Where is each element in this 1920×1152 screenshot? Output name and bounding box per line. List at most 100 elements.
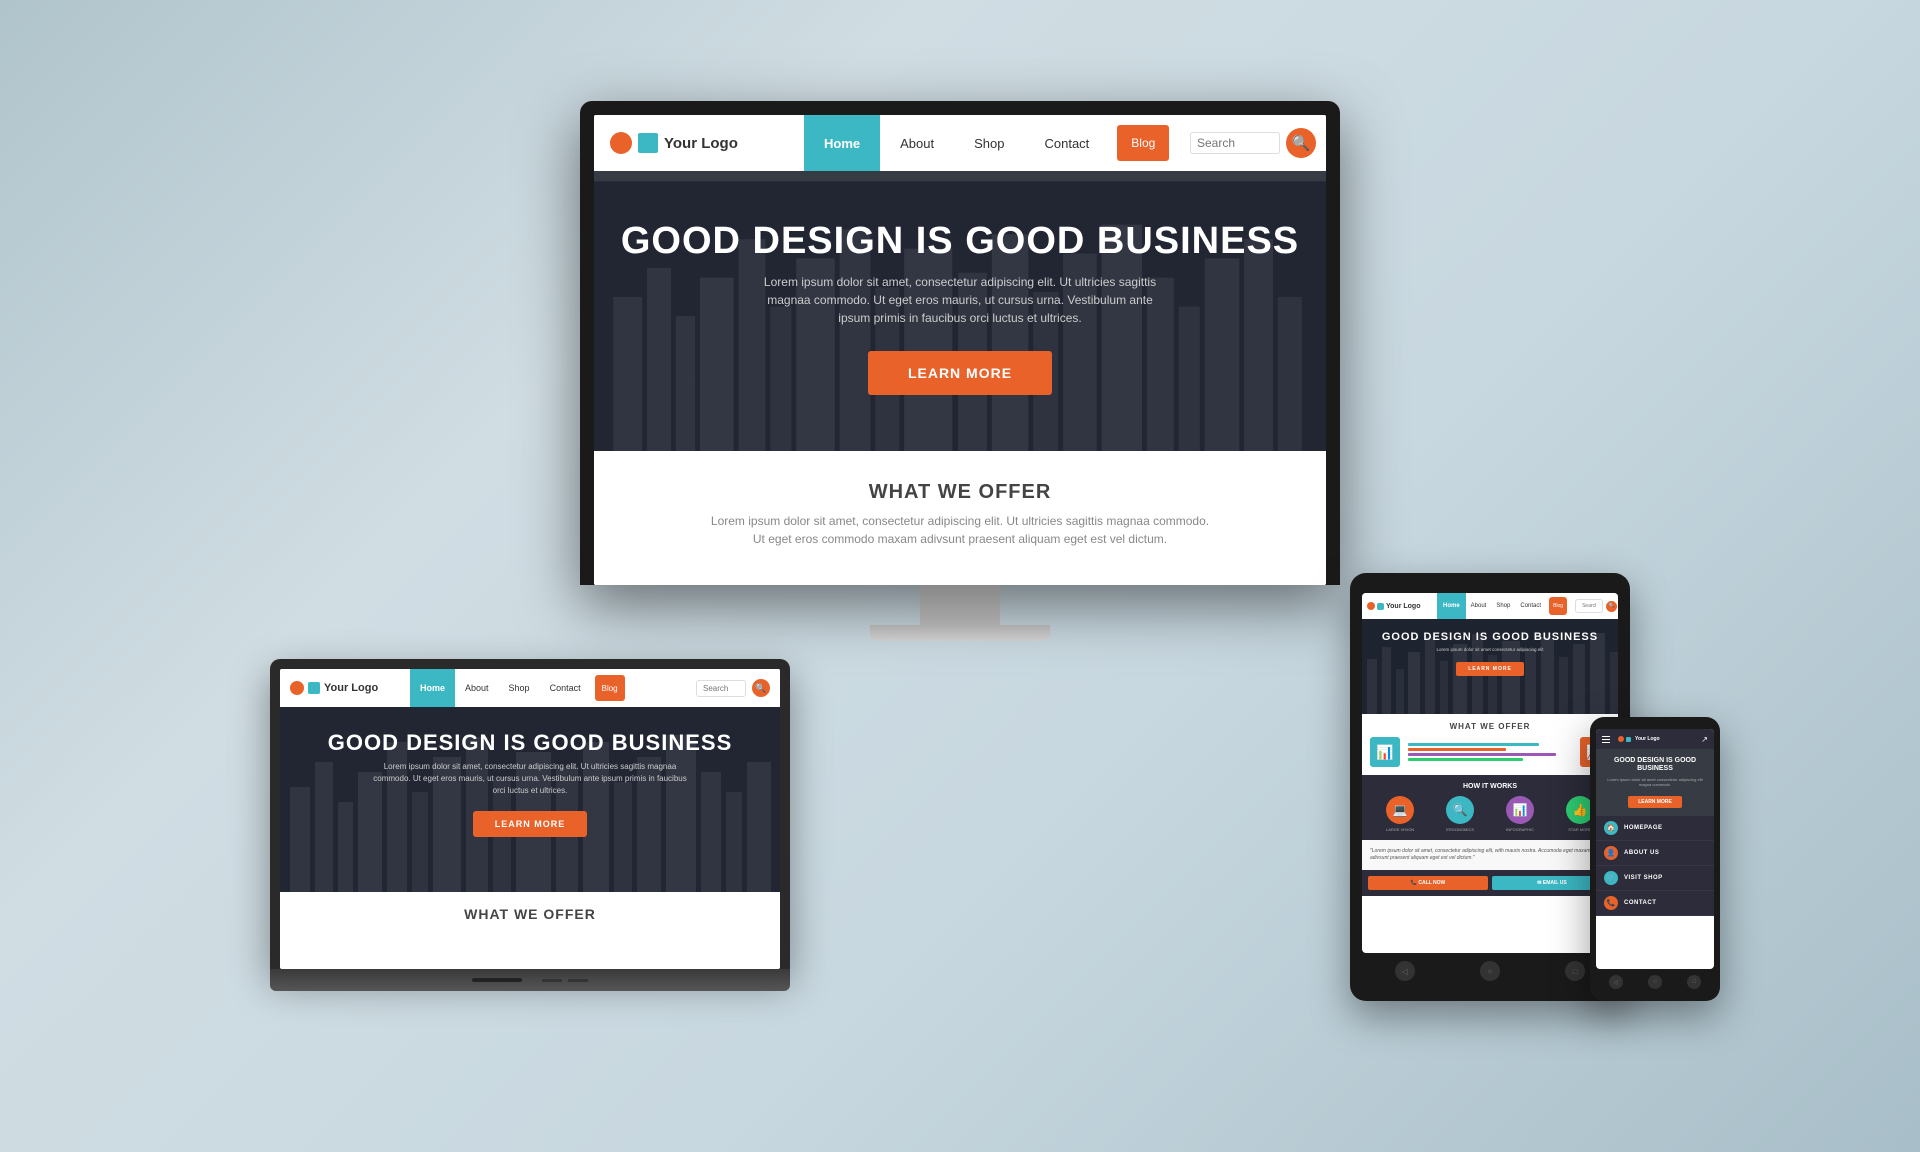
- phone-recent-btn[interactable]: □: [1687, 975, 1701, 989]
- laptop-dot-right: [568, 979, 588, 982]
- laptop-nav-home[interactable]: Home: [410, 669, 455, 707]
- phone-home-btn[interactable]: ○: [1648, 975, 1662, 989]
- laptop-offer-section: WHAT WE OFFER: [280, 892, 780, 936]
- laptop-learn-more-button[interactable]: LEARN MORE: [473, 811, 588, 837]
- laptop-base: [270, 969, 790, 991]
- nav-about[interactable]: About: [880, 115, 954, 171]
- phone-homepage-icon: 🏠: [1604, 821, 1618, 835]
- tablet-how-title: HOW IT WORKS: [1370, 783, 1610, 790]
- tablet-back-icon: ◁: [1402, 967, 1408, 976]
- laptop-search-button[interactable]: 🔍: [752, 679, 770, 697]
- tablet-recent-btn[interactable]: □: [1565, 961, 1585, 981]
- nav-contact[interactable]: Contact: [1024, 115, 1109, 171]
- tablet-how-icon-3: 📊 INFOGRAPHIC: [1506, 796, 1534, 832]
- tablet-logo-circle: [1367, 602, 1375, 610]
- phone-shop-icon: 🛒: [1604, 871, 1618, 885]
- monitor-screen: Your Logo Home About Shop Contact Blog 🔍: [594, 115, 1326, 585]
- nav-home[interactable]: Home: [804, 115, 880, 171]
- laptop-nav-shop[interactable]: Shop: [499, 669, 540, 707]
- phone-menu-about[interactable]: 👤 ABOUT US: [1596, 841, 1714, 866]
- nav-shop[interactable]: Shop: [954, 115, 1024, 171]
- tablet-how-icon-1: 💻 LARGE VISION: [1386, 796, 1414, 832]
- tablet-search-button[interactable]: 🔍: [1606, 601, 1617, 612]
- phone-hamburger-icon[interactable]: [1602, 736, 1610, 743]
- tablet-logo-area: Your Logo: [1362, 593, 1437, 619]
- desktop-hero: GOOD DESIGN IS GOOD BUSINESS Lorem ipsum…: [594, 171, 1326, 451]
- phone-menu-line-1: [1602, 736, 1610, 737]
- tablet-nav-shop[interactable]: Shop: [1491, 593, 1515, 619]
- phone-screen: Your Logo ↗ GOOD DESIGN IS GOOD BUSINESS…: [1596, 729, 1714, 969]
- phone-share-icon[interactable]: ↗: [1701, 735, 1708, 744]
- desktop-logo-text: Your Logo: [664, 135, 738, 152]
- logo-circle-icon: [610, 132, 632, 154]
- tablet-hero-content: GOOD DESIGN IS GOOD BUSINESS Lorem ipsum…: [1362, 619, 1618, 684]
- logo-square-icon: [638, 133, 658, 153]
- tablet-learn-more-button[interactable]: LEARN MORE: [1456, 662, 1524, 676]
- search-button[interactable]: 🔍: [1286, 128, 1316, 158]
- tablet-offer-icons: 📊 📈: [1370, 737, 1610, 767]
- desktop-offer-title: WHAT WE OFFER: [614, 481, 1306, 504]
- monitor-stand-base: [870, 625, 1050, 641]
- tablet-nav-contact[interactable]: Contact: [1515, 593, 1546, 619]
- laptop-vent: [472, 978, 522, 982]
- tablet-nav-blog[interactable]: Blog: [1549, 597, 1567, 615]
- desktop-logo-area: Your Logo: [594, 115, 804, 171]
- tablet-screen: Your Logo Home About Shop Contact Blog 🔍: [1362, 593, 1618, 953]
- tablet-icon-label-3: INFOGRAPHIC: [1506, 827, 1534, 832]
- tablet-nav-about[interactable]: About: [1466, 593, 1492, 619]
- tablet-cta-buttons: 📞 CALL NOW ✉ EMAIL US: [1362, 870, 1618, 896]
- tablet-search-input[interactable]: [1575, 599, 1603, 613]
- phone-contact-icon: 📞: [1604, 896, 1618, 910]
- phone-shop-label: VISIT SHOP: [1624, 875, 1663, 881]
- tablet-bar-1: [1408, 743, 1539, 746]
- desktop-learn-more-button[interactable]: LEARN MORE: [868, 351, 1052, 395]
- tablet-nav-links: Home About Shop Contact Blog: [1437, 593, 1570, 619]
- tablet-home-btn[interactable]: ○: [1480, 961, 1500, 981]
- tablet-recent-icon: □: [1573, 967, 1578, 976]
- tablet-frame: Your Logo Home About Shop Contact Blog 🔍: [1350, 573, 1630, 1001]
- tablet-icon-label-1: LARGE VISION: [1386, 827, 1414, 832]
- tablet-icon-circle-2: 🔍: [1446, 796, 1474, 824]
- laptop-nav-about[interactable]: About: [455, 669, 499, 707]
- laptop-nav-contact[interactable]: Contact: [540, 669, 591, 707]
- phone-hero-subtitle: Lorem ipsum dolor sit amet consectetur a…: [1602, 777, 1708, 787]
- laptop-logo-circle: [290, 681, 304, 695]
- phone-about-icon: 👤: [1604, 846, 1618, 860]
- phone-hero: GOOD DESIGN IS GOOD BUSINESS Lorem ipsum…: [1596, 749, 1714, 816]
- laptop-search-input[interactable]: [696, 680, 746, 697]
- tablet-offer-title: WHAT WE OFFER: [1370, 722, 1610, 731]
- tablet-home-bar: ◁ ○ □: [1362, 953, 1618, 981]
- phone-menu-shop[interactable]: 🛒 VISIT SHOP: [1596, 866, 1714, 891]
- laptop-logo-square: [308, 682, 320, 694]
- tablet-back-btn[interactable]: ◁: [1395, 961, 1415, 981]
- phone-learn-more-button[interactable]: LEARN MORE: [1628, 796, 1682, 808]
- laptop-device: Your Logo Home About Shop Contact Blog 🔍: [270, 659, 790, 991]
- tablet-nav-home[interactable]: Home: [1437, 593, 1466, 619]
- desktop-offer-section: WHAT WE OFFER Lorem ipsum dolor sit amet…: [594, 451, 1326, 585]
- nav-blog[interactable]: Blog: [1117, 125, 1169, 161]
- tablet-hero: GOOD DESIGN IS GOOD BUSINESS Lorem ipsum…: [1362, 619, 1618, 714]
- desktop-hero-content: GOOD DESIGN IS GOOD BUSINESS Lorem ipsum…: [594, 171, 1326, 415]
- laptop-nav-blog[interactable]: Blog: [595, 675, 625, 701]
- phone-menu-section: 🏠 HOMEPAGE 👤 ABOUT US 🛒 VISIT SHOP 📞 CON…: [1596, 816, 1714, 916]
- phone-menu-line-2: [1602, 739, 1610, 740]
- tablet-icon-circle-1: 💻: [1386, 796, 1414, 824]
- laptop-frame: Your Logo Home About Shop Contact Blog 🔍: [270, 659, 790, 969]
- laptop-hero-subtitle: Lorem ipsum dolor sit amet, consectetur …: [370, 761, 690, 797]
- phone-homepage-label: HOMEPAGE: [1624, 825, 1663, 831]
- main-scene: Your Logo Home About Shop Contact Blog 🔍: [210, 101, 1710, 1051]
- desktop-nav-links: Home About Shop Contact Blog: [804, 115, 1177, 171]
- laptop-hero: GOOD DESIGN IS GOOD BUSINESS Lorem ipsum…: [280, 707, 780, 892]
- search-input[interactable]: [1190, 132, 1280, 154]
- phone-back-btn[interactable]: ◁: [1609, 975, 1623, 989]
- phone-menu-homepage[interactable]: 🏠 HOMEPAGE: [1596, 816, 1714, 841]
- phone-menu-contact[interactable]: 📞 CONTACT: [1596, 891, 1714, 916]
- tablet-bar-2: [1408, 748, 1506, 751]
- phone-logo-circle: [1618, 736, 1624, 742]
- phone-home-bar: ◁ ○ □: [1596, 969, 1714, 989]
- tablet-testimonial: "Lorem ipsum dolor sit amet, consectetur…: [1362, 840, 1618, 870]
- tablet-cta-phone[interactable]: 📞 CALL NOW: [1368, 876, 1488, 890]
- laptop-offer-title: WHAT WE OFFER: [292, 906, 768, 922]
- phone-hero-title: GOOD DESIGN IS GOOD BUSINESS: [1602, 757, 1708, 774]
- phone-contact-label: CONTACT: [1624, 900, 1656, 906]
